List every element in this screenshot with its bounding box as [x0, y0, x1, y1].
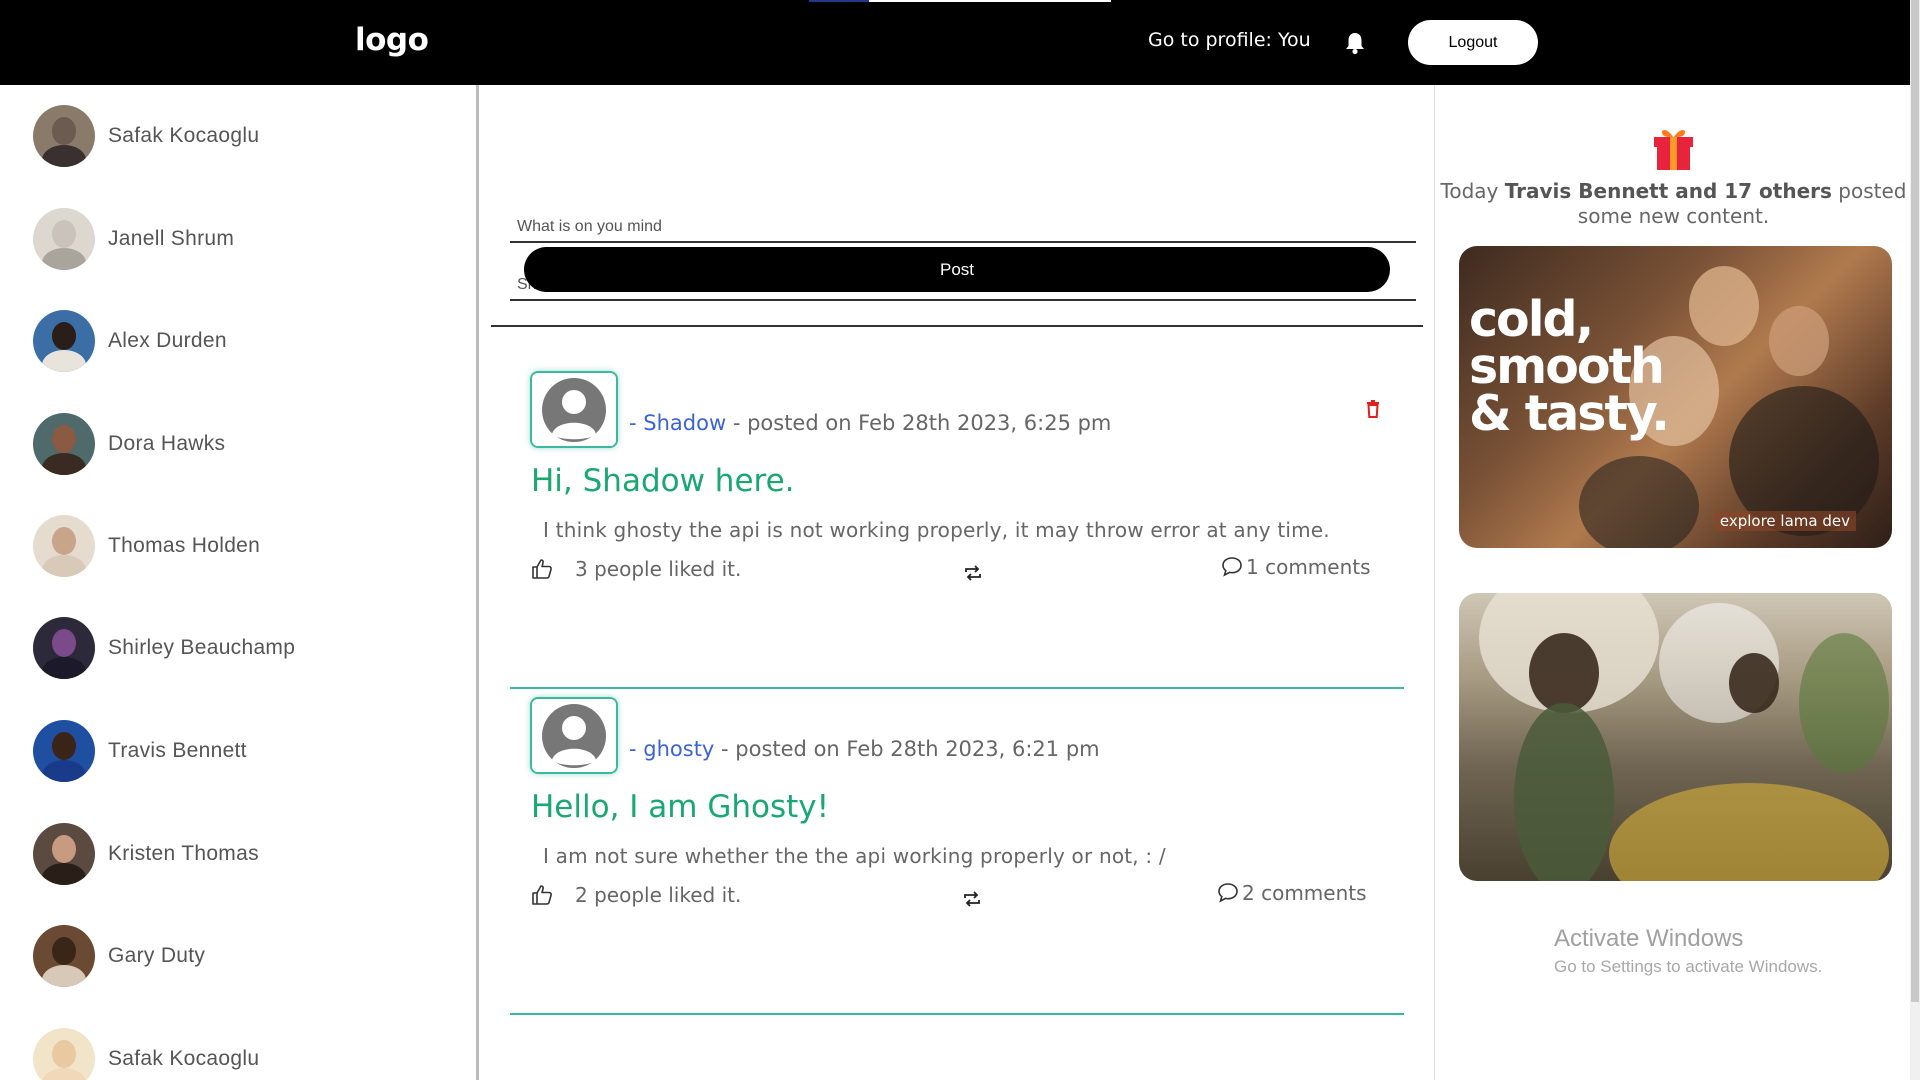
profile-link[interactable]: Go to profile: You [1148, 29, 1311, 51]
sidebar-user[interactable]: Thomas Holden [33, 515, 260, 577]
loading-progress-fill [809, 0, 870, 2]
like-count: 3 people liked it. [575, 557, 742, 581]
avatar [33, 413, 95, 475]
logout-button[interactable]: Logout [1408, 20, 1538, 65]
sidebar-user[interactable]: Shirley Beauchamp [33, 617, 295, 679]
avatar [33, 515, 95, 577]
logo[interactable]: logo [355, 22, 429, 58]
ad-banner[interactable]: cold, smooth & tasty. explore lama dev [1459, 246, 1892, 548]
sidebar-user[interactable]: Dora Hawks [33, 413, 225, 475]
comments-action[interactable]: 2 comments [1217, 881, 1367, 905]
user-name: Shirley Beauchamp [108, 636, 296, 659]
page-scrollbar[interactable] [1910, 0, 1920, 1080]
post-card: - ghosty - posted on Feb 28th 2023, 6:21… [510, 697, 1404, 1015]
user-name: Kristen Thomas [108, 842, 259, 865]
author-prefix: - [629, 411, 644, 435]
top-navbar: logo Go to profile: You Logout [0, 0, 1920, 85]
comment-icon [1218, 883, 1238, 903]
post-avatar[interactable] [530, 697, 618, 774]
avatar [33, 1028, 95, 1080]
watermark-title: Activate Windows [1554, 925, 1744, 952]
activate-windows-watermark: Activate Windows Go to Settings to activ… [1554, 925, 1822, 977]
default-user-icon [532, 699, 616, 772]
bell-icon[interactable] [1344, 31, 1366, 55]
post-avatar[interactable] [530, 371, 618, 448]
birthday-prefix: Today [1440, 179, 1505, 203]
author-prefix: - [629, 737, 644, 761]
user-name: Alex Durden [108, 329, 227, 352]
repost-icon[interactable] [964, 565, 982, 581]
post-author-link[interactable]: Shadow [643, 411, 726, 435]
user-name: Travis Bennett [108, 739, 247, 762]
comment-icon [1222, 557, 1242, 577]
post-date: - posted on Feb 28th 2023, 6:21 pm [714, 737, 1100, 761]
avatar [33, 925, 95, 987]
comment-count: 1 comments [1246, 555, 1371, 579]
ad-banner-photo[interactable] [1459, 593, 1892, 881]
user-name: Safak Kocaoglu [108, 124, 260, 147]
sidebar-user[interactable]: Safak Kocaoglu [33, 1028, 259, 1080]
avatar [33, 720, 95, 782]
comment-count: 2 comments [1242, 881, 1367, 905]
friends-sidebar: Safak Kocaoglu Janell Shrum Alex Durden … [0, 85, 479, 1080]
avatar [33, 208, 95, 270]
scrollbar-thumb[interactable] [1911, 0, 1919, 1002]
repost-icon[interactable] [963, 891, 981, 907]
ad-headline: cold, smooth & tasty. [1469, 291, 1670, 442]
post-body: I think ghosty the api is not working pr… [543, 518, 1330, 542]
avatar [33, 617, 95, 679]
loading-progress-bar [809, 0, 1111, 2]
right-sidebar: Today Travis Bennett and 17 others poste… [1436, 85, 1906, 1080]
user-name: Thomas Holden [108, 534, 261, 557]
user-name: Safak Kocaoglu [108, 1047, 260, 1070]
default-user-icon [532, 373, 616, 446]
post-button[interactable]: Post [524, 247, 1390, 292]
feed: Post - Shadow - posted on Feb 28th 2023,… [482, 85, 1435, 1080]
sidebar-user[interactable]: Alex Durden [33, 310, 227, 372]
sidebar-user[interactable]: Travis Bennett [33, 720, 247, 782]
post-title: Hi, Shadow here. [531, 463, 795, 499]
avatar [33, 105, 95, 167]
avatar [33, 310, 95, 372]
post-body: I am not sure whether the the api workin… [543, 844, 1166, 868]
delete-trash-icon[interactable] [1366, 400, 1380, 418]
watermark-subtitle: Go to Settings to activate Windows. [1554, 957, 1823, 976]
sidebar-user[interactable]: Gary Duty [33, 925, 205, 987]
post-card: - Shadow - posted on Feb 28th 2023, 6:25… [510, 371, 1404, 689]
sidebar-user[interactable]: Kristen Thomas [33, 823, 259, 885]
user-name: Janell Shrum [108, 227, 235, 250]
post-meta: - Shadow - posted on Feb 28th 2023, 6:25… [629, 411, 1111, 435]
sidebar-user[interactable]: Janell Shrum [33, 208, 234, 270]
like-action[interactable]: 2 people liked it. [530, 883, 741, 907]
like-action[interactable]: 3 people liked it. [530, 557, 741, 581]
gift-icon [1654, 130, 1693, 170]
post-meta: - ghosty - posted on Feb 28th 2023, 6:21… [629, 737, 1100, 761]
thumbs-up-icon[interactable] [530, 557, 554, 581]
user-name: Gary Duty [108, 944, 206, 967]
birthday-notice: Today Travis Bennett and 17 others poste… [1436, 179, 1911, 229]
post-title: Hello, I am Ghosty! [531, 789, 830, 825]
post-date: - posted on Feb 28th 2023, 6:25 pm [726, 411, 1112, 435]
avatar [33, 823, 95, 885]
post-author-link[interactable]: ghosty [643, 737, 714, 761]
user-name: Dora Hawks [108, 432, 226, 455]
ad-tag: explore lama dev [1713, 511, 1856, 531]
sidebar-user[interactable]: Safak Kocaoglu [33, 105, 259, 167]
divider [491, 325, 1423, 327]
birthday-names[interactable]: Travis Bennett and 17 others [1505, 179, 1832, 203]
comments-action[interactable]: 1 comments [1221, 555, 1371, 579]
like-count: 2 people liked it. [575, 883, 742, 907]
thumbs-up-icon[interactable] [530, 883, 554, 907]
post-text-input[interactable] [510, 203, 1416, 243]
